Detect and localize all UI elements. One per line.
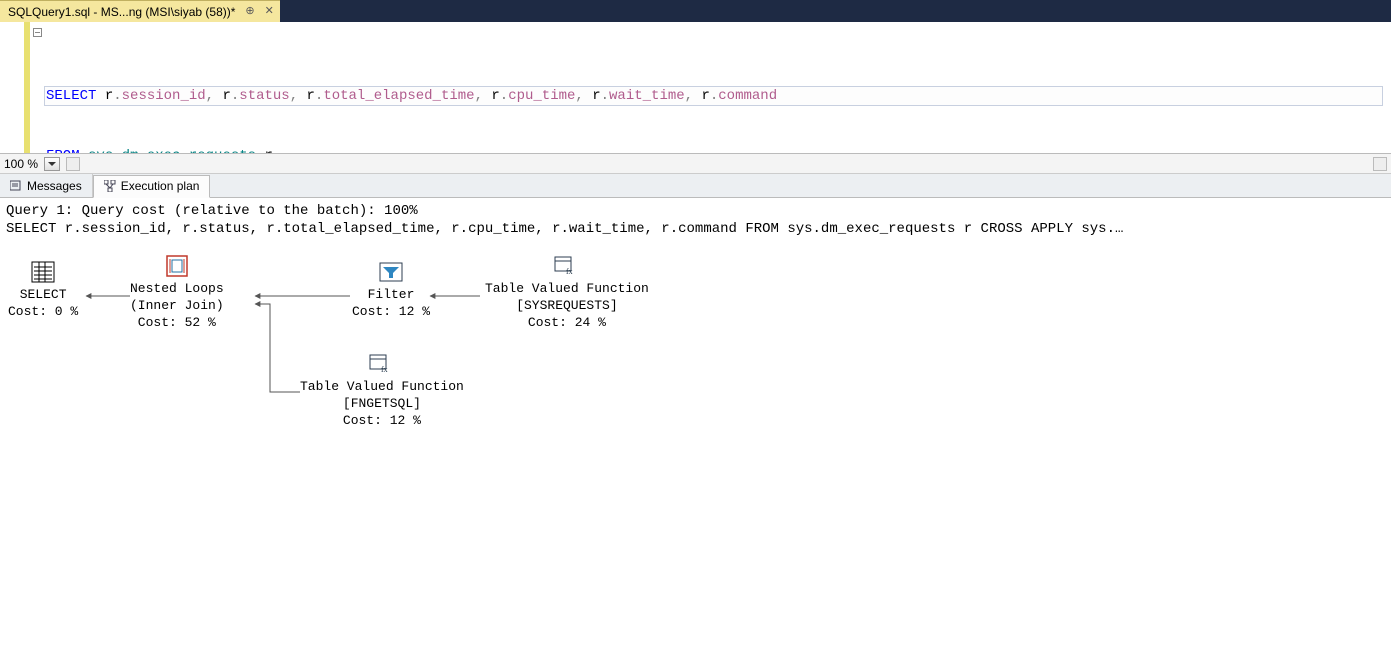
document-tab-bar: SQLQuery1.sql - MS...ng (MSI\siyab (58))… [0, 0, 1391, 22]
filter-icon [377, 260, 405, 284]
outline-column [30, 22, 44, 153]
results-tab-bar: Messages Execution plan [0, 174, 1391, 198]
execution-plan-icon [104, 180, 116, 192]
table-valued-function-icon: fx [368, 352, 396, 376]
nested-loops-icon [163, 254, 191, 278]
plan-node-select[interactable]: SELECT Cost: 0 % [8, 260, 78, 320]
table-valued-function-icon: fx [553, 254, 581, 278]
plan-header-line1: Query 1: Query cost (relative to the bat… [6, 202, 1385, 220]
collapse-toggle-icon[interactable] [33, 28, 42, 37]
plan-node-filter[interactable]: Filter Cost: 12 % [352, 260, 430, 320]
editor-gutter [0, 22, 24, 153]
svg-text:fx: fx [566, 267, 573, 276]
plan-node-nested-loops[interactable]: Nested Loops (Inner Join) Cost: 52 % [130, 254, 224, 331]
plan-canvas: SELECT Cost: 0 % Nested Loops (Inner Joi… [0, 244, 1391, 661]
zoom-level: 100 % [4, 157, 38, 171]
sql-editor[interactable]: SELECT r.session_id, r.status, r.total_e… [0, 22, 1391, 154]
messages-icon [10, 180, 22, 192]
editor-status-bar: 100 % [0, 154, 1391, 174]
scroll-left-icon[interactable] [66, 157, 80, 171]
select-icon [29, 260, 57, 284]
code-area[interactable]: SELECT r.session_id, r.status, r.total_e… [44, 22, 1391, 153]
tab-messages[interactable]: Messages [0, 174, 93, 197]
plan-node-tvf-fngetsql[interactable]: fx Table Valued Function [FNGETSQL] Cost… [300, 352, 464, 429]
tab-execution-plan[interactable]: Execution plan [93, 175, 211, 198]
plan-node-tvf-sysrequests[interactable]: fx Table Valued Function [SYSREQUESTS] C… [485, 254, 649, 331]
svg-text:fx: fx [381, 365, 388, 374]
document-tab-label: SQLQuery1.sql - MS...ng (MSI\siyab (58))… [8, 5, 235, 19]
close-icon[interactable]: ✕ [265, 6, 274, 17]
execution-plan-pane[interactable]: Query 1: Query cost (relative to the bat… [0, 198, 1391, 661]
tab-execution-plan-label: Execution plan [121, 179, 200, 193]
document-tab[interactable]: SQLQuery1.sql - MS...ng (MSI\siyab (58))… [0, 0, 280, 22]
scroll-right-icon[interactable] [1373, 157, 1387, 171]
zoom-dropdown[interactable] [44, 157, 60, 171]
plan-header-line2: SELECT r.session_id, r.status, r.total_e… [6, 220, 1385, 238]
tab-messages-label: Messages [27, 179, 82, 193]
pin-icon[interactable]: ⊕ [245, 6, 254, 17]
